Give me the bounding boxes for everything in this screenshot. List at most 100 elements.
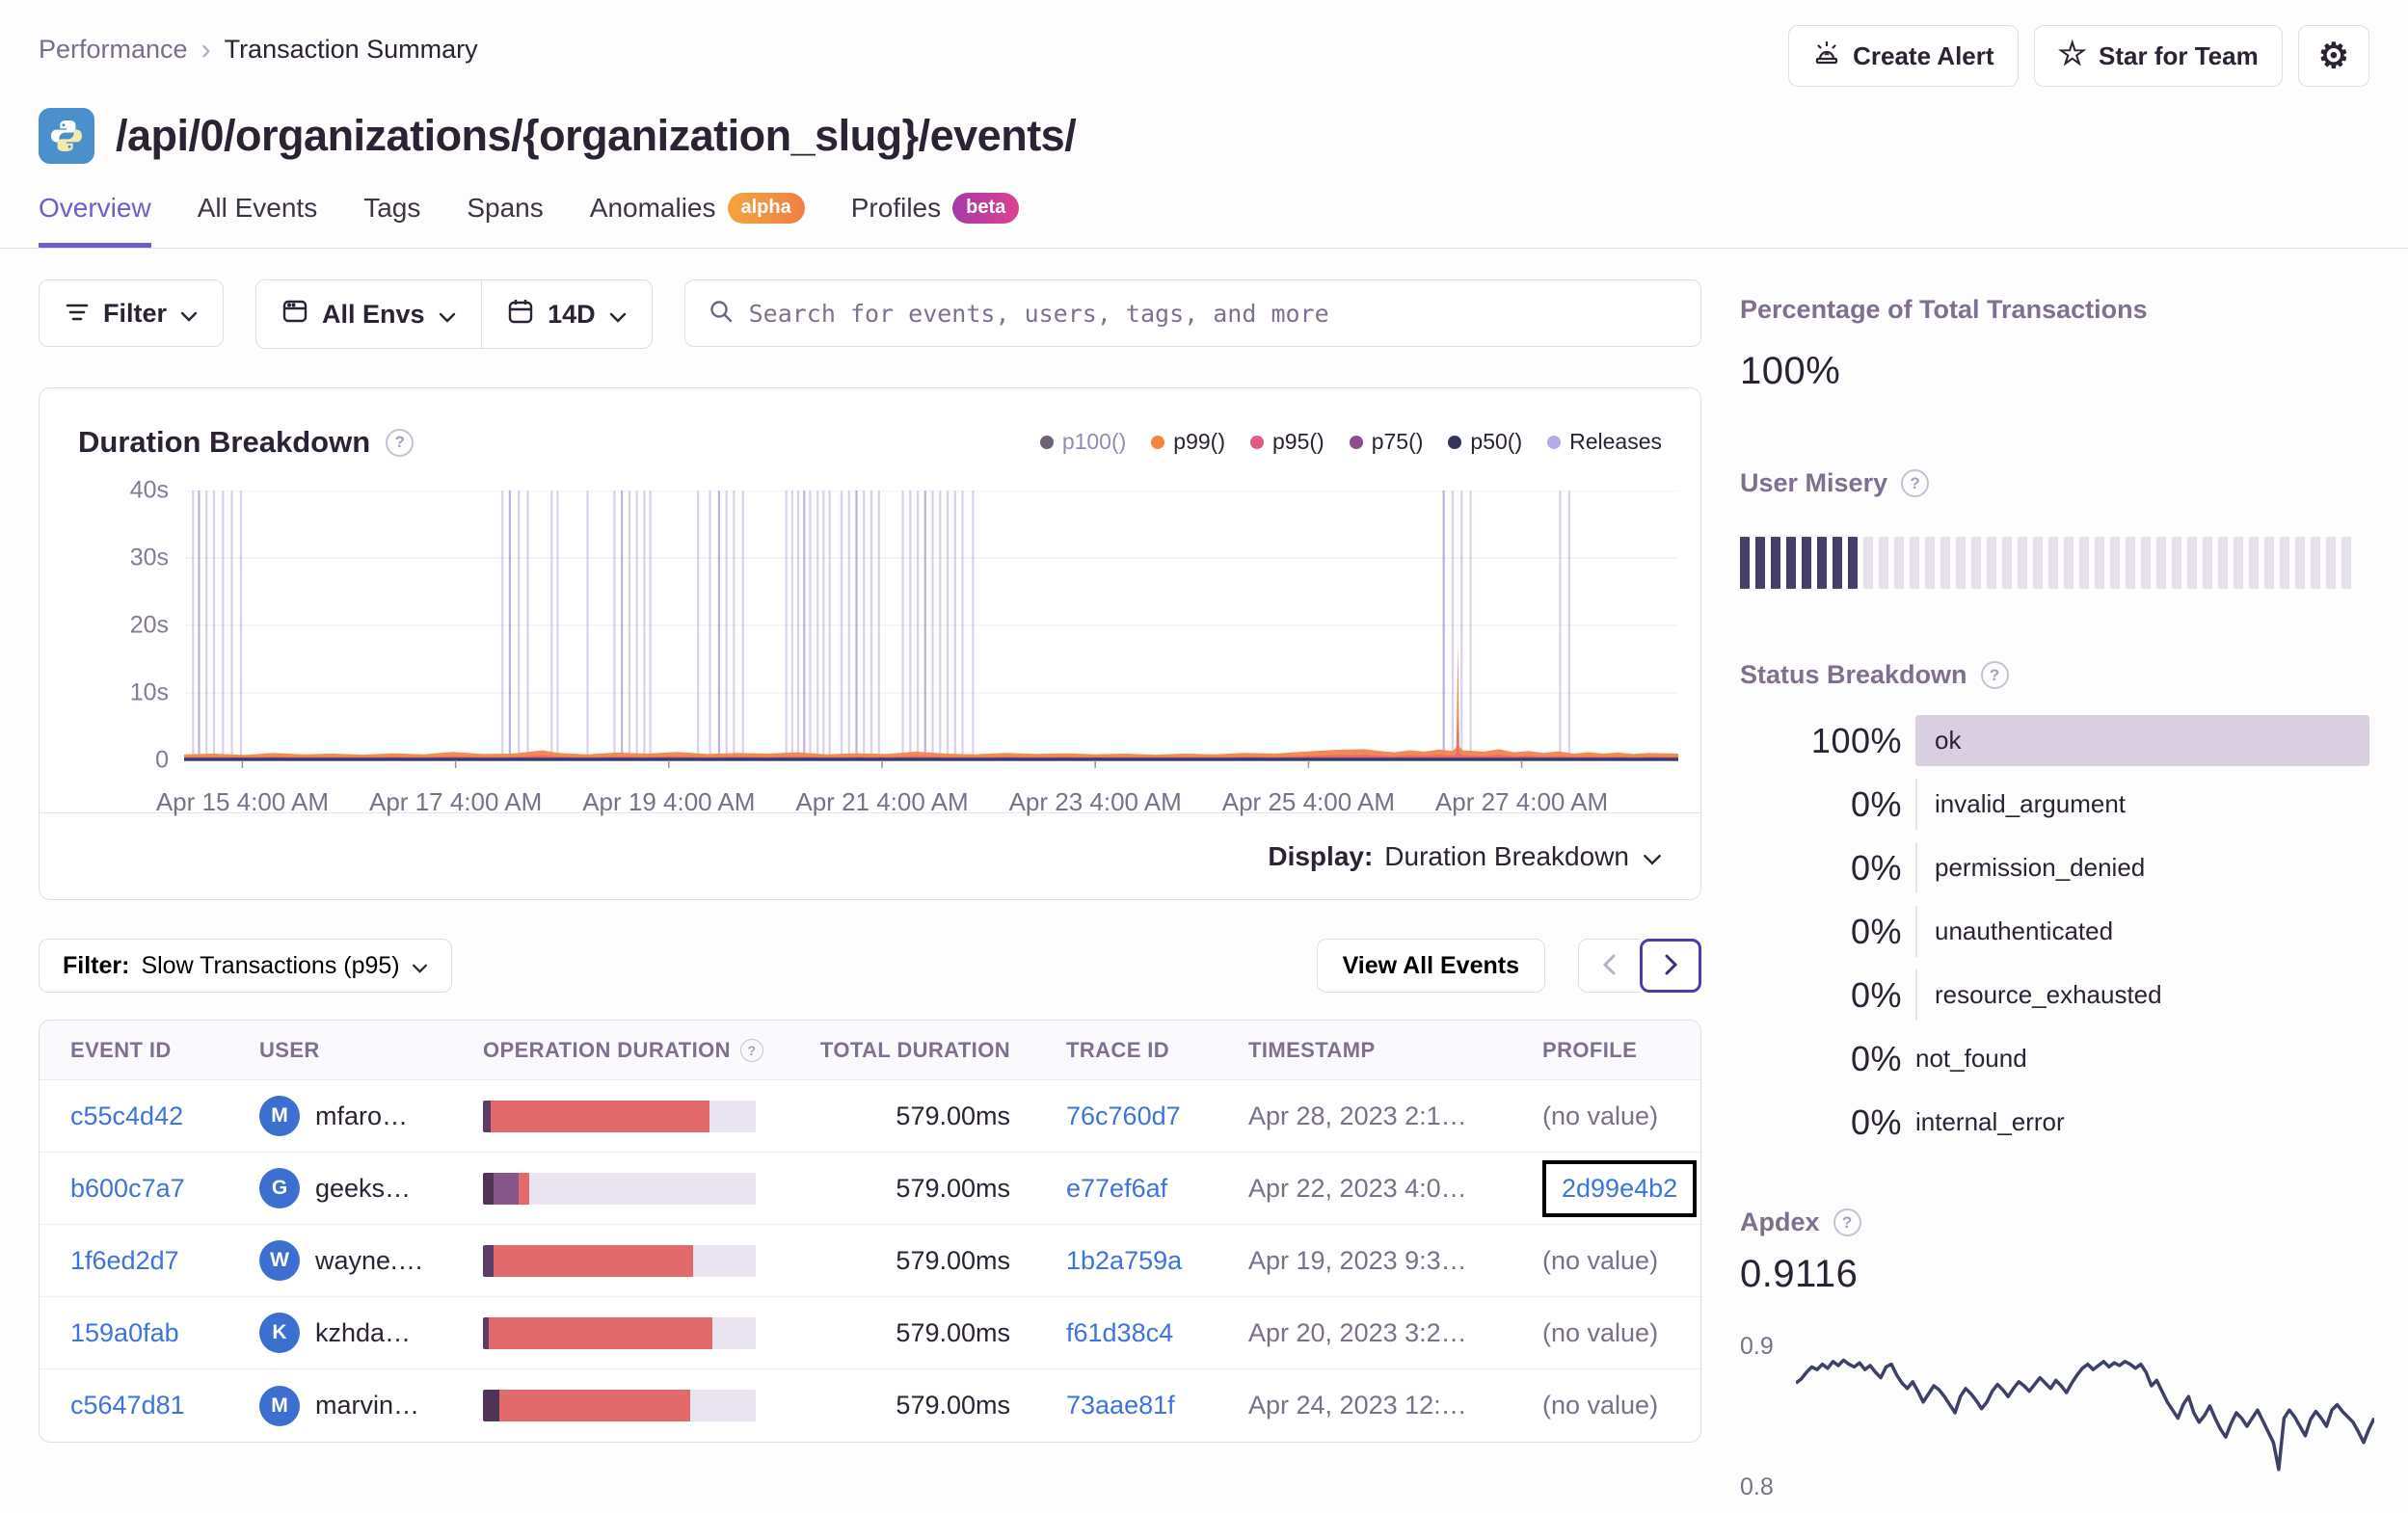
environment-selector[interactable]: All Envs bbox=[256, 280, 481, 348]
column-header-profile[interactable]: PROFILE bbox=[1542, 1038, 1670, 1063]
user-cell: Ggeeks… bbox=[259, 1168, 483, 1208]
legend-item-p95[interactable]: p95() bbox=[1250, 429, 1324, 455]
misery-tick bbox=[1771, 537, 1780, 589]
display-label: Display: bbox=[1268, 840, 1374, 871]
status-bar[interactable]: ok bbox=[1915, 715, 2369, 766]
misery-tick bbox=[2156, 537, 2166, 589]
p99-series bbox=[184, 644, 1678, 760]
y-axis-label: 10s bbox=[129, 678, 169, 706]
filter-dropdown-button[interactable]: Filter bbox=[39, 279, 225, 347]
column-header-user[interactable]: USER bbox=[259, 1038, 483, 1063]
misery-tick bbox=[2110, 537, 2120, 589]
column-header-trace-id[interactable]: TRACE ID bbox=[1066, 1038, 1248, 1063]
x-axis-label: Apr 25 4:00 AM bbox=[1221, 787, 1395, 816]
status-bar-rule bbox=[1915, 969, 1917, 1021]
misery-tick bbox=[2341, 537, 2351, 589]
column-header-event-id[interactable]: EVENT ID bbox=[70, 1038, 259, 1063]
user-name: geeks… bbox=[315, 1173, 412, 1203]
tab-label: Spans bbox=[467, 193, 544, 223]
misery-tick bbox=[2326, 537, 2336, 589]
table-row: b600c7a7 Ggeeks… 579.00ms e77ef6af Apr 22, 2… bbox=[40, 1153, 1700, 1225]
legend-item-releases[interactable]: Releases bbox=[1547, 429, 1662, 455]
tab-tags[interactable]: Tags bbox=[363, 193, 420, 248]
tab-spans[interactable]: Spans bbox=[467, 193, 543, 248]
previous-page-button[interactable] bbox=[1578, 939, 1640, 993]
events-table: EVENT ID USER OPERATION DURATION? TOTAL DUR… bbox=[39, 1020, 1701, 1443]
status-label: resource_exhausted bbox=[1935, 980, 2162, 1009]
legend-item-p75[interactable]: p75() bbox=[1349, 429, 1423, 455]
view-all-events-button[interactable]: View All Events bbox=[1316, 939, 1545, 993]
total-duration: 579.00ms bbox=[896, 1317, 1010, 1347]
event-id-link[interactable]: b600c7a7 bbox=[70, 1174, 259, 1204]
tabs-bar: Overview All Events Tags Spans Anomalies alph… bbox=[0, 164, 2408, 249]
user-name: wayne.… bbox=[315, 1245, 424, 1275]
y-axis-label: 40s bbox=[129, 476, 169, 504]
transactions-filter-dropdown[interactable]: Filter: Slow Transactions (p95) bbox=[39, 939, 452, 993]
event-id-link[interactable]: c55c4d42 bbox=[70, 1102, 259, 1131]
create-alert-button[interactable]: Create Alert bbox=[1788, 25, 2019, 87]
search-bar[interactable] bbox=[683, 279, 1701, 347]
misery-tick bbox=[2002, 537, 2012, 589]
event-id-link[interactable]: c5647d81 bbox=[70, 1391, 259, 1420]
misery-tick bbox=[2141, 537, 2151, 589]
chart-legend: p100() p99() p95() p75() p50() Releases bbox=[1039, 429, 1662, 455]
trace-id-link[interactable]: f61d38c4 bbox=[1066, 1318, 1248, 1348]
settings-button[interactable]: ⚙ bbox=[2297, 25, 2369, 87]
tab-label: Profiles bbox=[850, 193, 942, 223]
star-for-team-button[interactable]: ☆ Star for Team bbox=[2033, 25, 2283, 87]
status-row-ok: 100% ok bbox=[1740, 715, 2369, 766]
next-page-button[interactable] bbox=[1640, 939, 1701, 993]
legend-dot-icon bbox=[1547, 435, 1562, 449]
misery-tick bbox=[1894, 537, 1904, 589]
misery-tick bbox=[2079, 537, 2089, 589]
ptt-value: 100% bbox=[1740, 350, 1841, 392]
legend-item-p100[interactable]: p100() bbox=[1039, 429, 1126, 455]
status-row-internal-error: 0% internal_error bbox=[1740, 1097, 2369, 1148]
profile-cell: (no value) bbox=[1542, 1391, 1670, 1420]
column-header-operation-duration[interactable]: OPERATION DURATION? bbox=[483, 1038, 816, 1063]
python-icon bbox=[39, 108, 94, 164]
apdex-title: Apdex bbox=[1740, 1208, 1820, 1236]
column-header-total-duration[interactable]: TOTAL DURATION bbox=[816, 1038, 1066, 1063]
tab-label: Tags bbox=[363, 193, 421, 223]
legend-label: p50() bbox=[1470, 429, 1523, 454]
trace-id-link[interactable]: 76c760d7 bbox=[1066, 1102, 1248, 1131]
legend-item-p50[interactable]: p50() bbox=[1448, 429, 1522, 455]
status-breakdown-title: Status Breakdown bbox=[1740, 660, 1967, 689]
trace-id-link[interactable]: e77ef6af bbox=[1066, 1174, 1248, 1204]
siren-icon bbox=[1812, 39, 1841, 74]
event-id-link[interactable]: 159a0fab bbox=[70, 1318, 259, 1348]
help-icon[interactable]: ? bbox=[1833, 1208, 1861, 1236]
tab-overview[interactable]: Overview bbox=[39, 193, 151, 248]
trace-id-link[interactable]: 1b2a759a bbox=[1066, 1246, 1248, 1276]
tab-anomalies[interactable]: Anomalies alpha bbox=[590, 193, 805, 248]
breadcrumb-performance[interactable]: Performance bbox=[39, 35, 188, 65]
column-header-timestamp[interactable]: TIMESTAMP bbox=[1248, 1038, 1542, 1063]
legend-item-p99[interactable]: p99() bbox=[1151, 429, 1225, 455]
status-percent: 0% bbox=[1850, 1102, 1902, 1142]
help-icon[interactable]: ? bbox=[1980, 661, 2009, 689]
table-header: EVENT ID USER OPERATION DURATION? TOTAL DUR… bbox=[40, 1021, 1700, 1080]
profile-link[interactable]: 2d99e4b2 bbox=[1562, 1174, 1677, 1203]
date-range-selector[interactable]: 14D bbox=[482, 280, 652, 348]
misery-tick bbox=[2280, 537, 2289, 589]
tab-profiles[interactable]: Profiles beta bbox=[851, 193, 1020, 248]
chevron-down-icon bbox=[609, 300, 627, 330]
misery-tick bbox=[2064, 537, 2074, 589]
tab-all-events[interactable]: All Events bbox=[198, 193, 318, 248]
operation-duration-bar bbox=[483, 1172, 756, 1205]
window-icon bbox=[281, 298, 308, 332]
help-icon[interactable]: ? bbox=[1901, 469, 1930, 497]
misery-tick bbox=[2095, 537, 2104, 589]
help-icon[interactable]: ? bbox=[739, 1038, 763, 1062]
help-icon[interactable]: ? bbox=[386, 428, 415, 457]
display-selector[interactable]: Duration Breakdown bbox=[1384, 841, 1662, 872]
event-id-link[interactable]: 1f6ed2d7 bbox=[70, 1246, 259, 1276]
chevron-left-icon bbox=[1602, 954, 1616, 978]
status-row-unauthenticated: 0% unauthenticated bbox=[1740, 906, 2369, 957]
misery-tick bbox=[2187, 537, 2197, 589]
trace-id-link[interactable]: 73aae81f bbox=[1066, 1391, 1248, 1420]
timestamp: Apr 22, 2023 4:0… bbox=[1248, 1173, 1467, 1203]
duration-chart[interactable]: 40s 30s 20s 10s 0 Apr 15 4:00 AM Apr 17 4:00 A… bbox=[130, 477, 1678, 816]
search-input[interactable] bbox=[748, 299, 1677, 328]
